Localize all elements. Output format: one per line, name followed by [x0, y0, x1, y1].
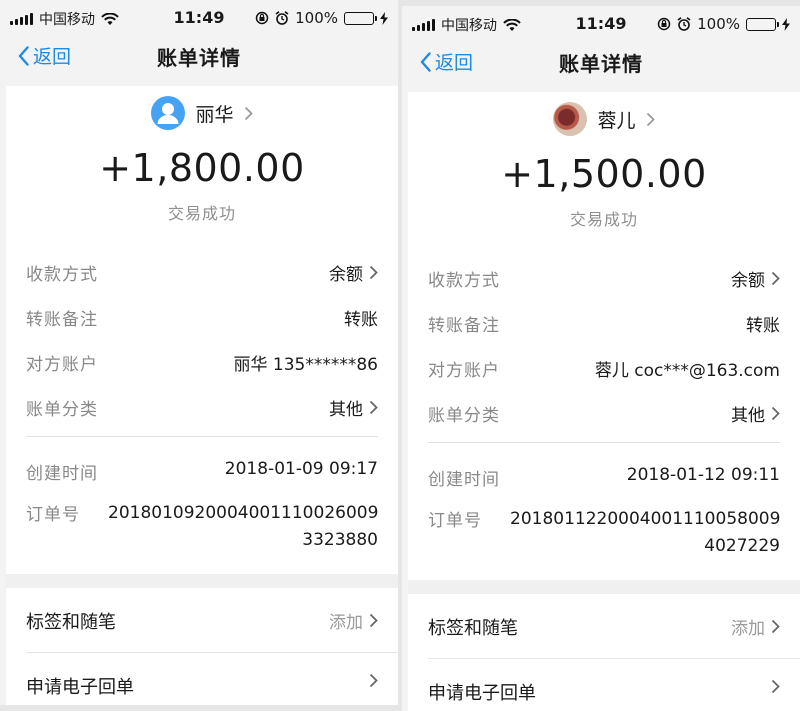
detail-label: 收款方式 — [26, 265, 98, 285]
e-receipt-label: 申请电子回单 — [26, 677, 134, 698]
detail-value: 2018-01-09 09:17 — [224, 459, 378, 479]
order-number: 2018010920004001110026009 3323880 — [108, 503, 379, 550]
order-number: 2018011220004001110058009 4027229 — [510, 509, 781, 556]
detail-label: 转账备注 — [428, 316, 500, 336]
transaction-status: 交易成功 — [167, 204, 236, 223]
rotation-lock-icon — [255, 11, 269, 25]
bill-detail: 蓉儿 +1,500.00 交易成功 收款方式 余额 转账备注 转账 对方账户 蓉… — [408, 92, 800, 711]
charging-icon — [380, 11, 388, 25]
rotation-lock-icon — [657, 17, 671, 31]
chevron-right-icon — [646, 112, 655, 126]
nav-bar: 返回 账单详情 — [402, 44, 800, 84]
chevron-right-icon — [771, 406, 780, 421]
detail-row-payment-method[interactable]: 收款方式 余额 — [6, 248, 398, 293]
chevron-right-icon — [369, 400, 378, 415]
alarm-icon — [275, 11, 289, 25]
status-bar: 中国移动 11:49 100% — [0, 0, 398, 38]
e-receipt-label: 申请电子回单 — [428, 683, 536, 704]
detail-row-category[interactable]: 账单分类 其他 — [408, 389, 800, 434]
detail-value: 转账 — [344, 310, 378, 330]
avatar — [553, 102, 588, 136]
e-receipt-row[interactable]: 申请电子回单 — [428, 659, 800, 711]
detail-list: 收款方式 余额 转账备注 转账 对方账户 丽华 135******86 账单分类… — [6, 248, 398, 554]
transaction-header: 蓉儿 +1,500.00 交易成功 — [408, 92, 800, 230]
detail-row-order-number: 订单号 2018011220004001110058009 4027229 — [408, 498, 800, 560]
detail-label: 转账备注 — [26, 310, 98, 330]
chevron-right-icon — [369, 265, 378, 280]
detail-label: 收款方式 — [428, 271, 500, 291]
chevron-right-icon — [244, 106, 253, 120]
detail-label: 订单号 — [428, 511, 482, 531]
charging-icon — [782, 17, 790, 31]
battery-percent: 100% — [697, 15, 740, 33]
detail-value: 其他 — [731, 401, 780, 426]
detail-row-order-number: 订单号 2018010920004001110026009 3323880 — [6, 492, 398, 554]
detail-value: 丽华 135******86 — [233, 355, 378, 375]
screen-left: 中国移动 11:49 100% 返回 账单详情 丽华 +1,800.00 交易成… — [0, 0, 398, 705]
nav-bar: 返回 账单详情 — [0, 38, 398, 78]
amount: +1,500.00 — [501, 152, 707, 196]
detail-value: 余额 — [731, 266, 780, 291]
screen-right: 中国移动 11:49 100% 返回 账单详情 蓉儿 +1,500.00 交易成… — [402, 6, 800, 711]
chevron-right-icon — [369, 673, 378, 688]
contact-name: 蓉儿 — [597, 109, 636, 132]
detail-row-counterparty: 对方账户 蓉儿 coc***@163.com — [408, 344, 800, 389]
add-tag-action: 添加 — [329, 608, 378, 633]
detail-row-category[interactable]: 账单分类 其他 — [6, 383, 398, 428]
amount: +1,800.00 — [99, 146, 305, 190]
battery-percent: 100% — [295, 9, 338, 27]
page-title: 账单详情 — [157, 46, 241, 70]
detail-list: 收款方式 余额 转账备注 转账 对方账户 蓉儿 coc***@163.com 账… — [408, 254, 800, 560]
e-receipt-chevron — [369, 673, 378, 688]
detail-label: 对方账户 — [428, 361, 500, 381]
chevron-right-icon — [771, 271, 780, 286]
tags-label: 标签和随笔 — [428, 618, 518, 639]
chevron-right-icon — [369, 613, 378, 628]
avatar — [151, 96, 186, 130]
status-bar: 中国移动 11:49 100% — [402, 6, 800, 44]
detail-label: 创建时间 — [428, 470, 500, 490]
detail-row-created: 创建时间 2018-01-09 09:17 — [6, 447, 398, 492]
e-receipt-chevron — [771, 679, 780, 694]
user-icon — [157, 103, 179, 124]
e-receipt-row[interactable]: 申请电子回单 — [26, 653, 398, 705]
detail-value: 其他 — [329, 395, 378, 420]
detail-label: 订单号 — [26, 505, 80, 525]
tags-notes-row[interactable]: 标签和随笔 添加 — [428, 594, 800, 659]
page-title: 账单详情 — [559, 52, 643, 76]
battery-icon — [746, 17, 779, 31]
detail-row-note: 转账备注 转账 — [6, 293, 398, 338]
section-gap — [6, 574, 398, 588]
contact-link[interactable]: 丽华 — [151, 96, 253, 130]
detail-row-created: 创建时间 2018-01-12 09:11 — [408, 453, 800, 498]
section-gap — [408, 580, 800, 594]
detail-row-note: 转账备注 转账 — [408, 299, 800, 344]
divider — [428, 442, 780, 443]
detail-label: 账单分类 — [428, 406, 500, 426]
transaction-status: 交易成功 — [569, 210, 638, 229]
alarm-icon — [677, 17, 691, 31]
detail-row-payment-method[interactable]: 收款方式 余额 — [408, 254, 800, 299]
tags-notes-row[interactable]: 标签和随笔 添加 — [26, 588, 398, 653]
detail-value: 2018-01-12 09:11 — [626, 465, 780, 485]
detail-label: 账单分类 — [26, 400, 98, 420]
detail-row-counterparty: 对方账户 丽华 135******86 — [6, 338, 398, 383]
bill-detail: 丽华 +1,800.00 交易成功 收款方式 余额 转账备注 转账 对方账户 丽… — [6, 86, 398, 705]
contact-link[interactable]: 蓉儿 — [553, 102, 655, 136]
chevron-right-icon — [771, 619, 780, 634]
detail-value: 转账 — [746, 316, 780, 336]
detail-value: 蓉儿 coc***@163.com — [594, 361, 780, 381]
tags-label: 标签和随笔 — [26, 612, 116, 633]
divider — [26, 436, 378, 437]
transaction-header: 丽华 +1,800.00 交易成功 — [6, 86, 398, 224]
contact-name: 丽华 — [195, 103, 234, 126]
battery-icon — [344, 11, 377, 25]
add-tag-action: 添加 — [731, 614, 780, 639]
detail-label: 创建时间 — [26, 464, 98, 484]
detail-label: 对方账户 — [26, 355, 98, 375]
detail-value: 余额 — [329, 260, 378, 285]
chevron-right-icon — [771, 679, 780, 694]
